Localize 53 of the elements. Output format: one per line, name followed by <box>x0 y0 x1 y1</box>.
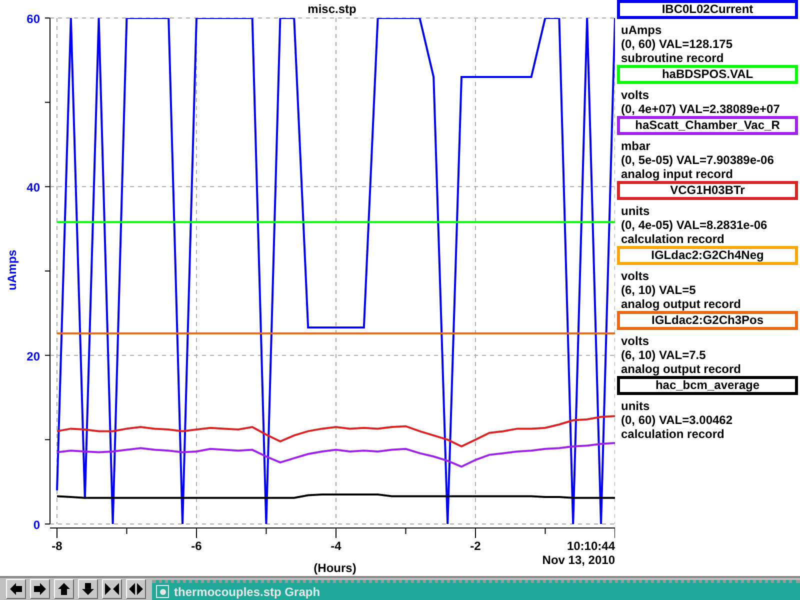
x-tick-label: -4 <box>330 539 342 553</box>
zoom-out-button[interactable] <box>126 579 146 599</box>
scroll-left-button[interactable] <box>6 579 26 599</box>
legend-record-type: calculation record <box>621 232 726 246</box>
legend-range-value: (0, 4e-05) VAL=8.2831e-06 <box>621 218 768 232</box>
legend-range-value: (6, 10) VAL=5 <box>621 283 697 297</box>
legend-units: volts <box>621 334 650 348</box>
legend-units: uAmps <box>621 23 663 37</box>
y-axis-label: uAmps <box>5 250 19 290</box>
right-arrow-icon <box>32 581 48 597</box>
legend-range-value: (0, 4e+07) VAL=2.38089e+07 <box>621 102 781 116</box>
up-arrow-icon <box>56 581 72 597</box>
legend-record-type: analog output record <box>621 362 742 376</box>
scroll-down-button[interactable] <box>78 579 98 599</box>
outward-arrows-icon <box>128 581 144 597</box>
y-tick-label: 20 <box>26 349 40 364</box>
legend-range-value: (0, 5e-05) VAL=7.90389e-06 <box>621 153 775 167</box>
x-axis-label: (Hours) <box>314 561 356 575</box>
legend-range-value: (0, 60) VAL=3.00462 <box>621 413 734 427</box>
legend-units: units <box>621 399 651 413</box>
zoom-in-button[interactable] <box>102 579 122 599</box>
end-date-label: Nov 13, 2010 <box>542 553 615 567</box>
legend-record-type: calculation record <box>621 427 726 441</box>
legend-record-type: analog input record <box>621 167 734 181</box>
left-arrow-icon <box>8 581 24 597</box>
inward-arrows-icon <box>104 581 120 597</box>
legend-record-type: analog output record <box>621 297 742 311</box>
scroll-right-button[interactable] <box>30 579 50 599</box>
x-tick-label: -2 <box>470 539 481 553</box>
x-tick-label: -8 <box>52 539 62 553</box>
legend-title[interactable]: IBC0L02Current <box>617 0 798 19</box>
x-tick-label: -6 <box>191 539 202 553</box>
legend-units: units <box>621 204 651 218</box>
legend-title[interactable]: haBDSPOS.VAL <box>617 65 798 84</box>
end-time-label: 10:10:44 <box>566 539 615 553</box>
legend-title[interactable]: hac_bcm_average <box>617 376 798 395</box>
legend-range-value: (6, 10) VAL=7.5 <box>621 348 707 362</box>
scroll-up-button[interactable] <box>54 579 74 599</box>
legend-title[interactable]: haScatt_Chamber_Vac_R <box>617 116 798 135</box>
legend-title[interactable]: IGLdac2:G2Ch4Neg <box>617 246 798 265</box>
window-icon <box>156 585 169 598</box>
legend-units: volts <box>621 269 650 283</box>
legend-units: volts <box>621 88 650 102</box>
legend-record-type: subroutine record <box>621 51 725 65</box>
down-arrow-icon <box>80 581 96 597</box>
legend-title[interactable]: VCG1H03BTr <box>617 181 798 200</box>
legend-range-value: (0, 60) VAL=128.175 <box>621 37 734 51</box>
legend-title[interactable]: IGLdac2:G2Ch3Pos <box>617 311 798 330</box>
y-tick-label: 60 <box>26 12 40 26</box>
y-tick-label: 40 <box>26 180 40 195</box>
chart-title: misc.stp <box>308 2 356 16</box>
legend-units: mbar <box>621 139 652 153</box>
y-tick-label: 0 <box>33 518 40 532</box>
